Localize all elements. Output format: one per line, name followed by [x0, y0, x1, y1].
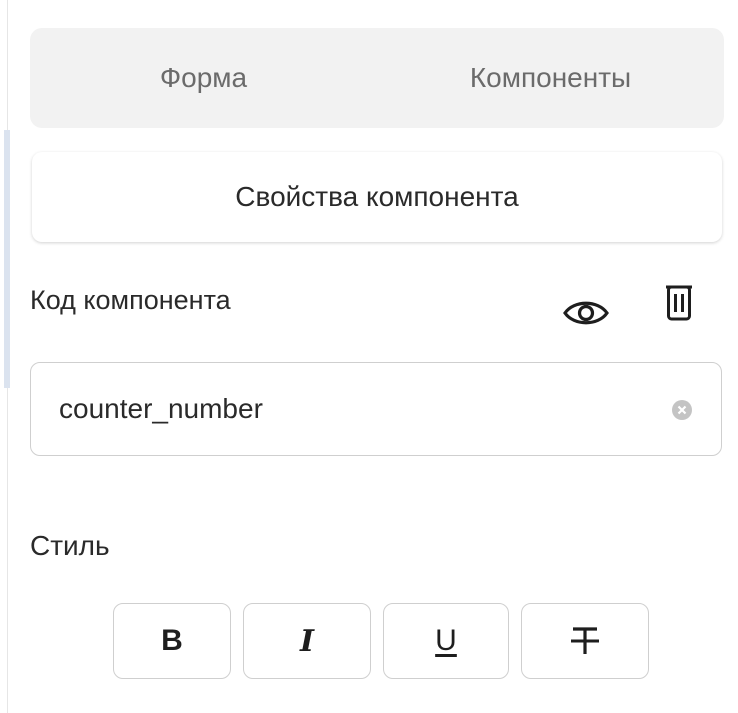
italic-button[interactable]: I: [243, 603, 371, 679]
strikethrough-button[interactable]: [521, 603, 649, 679]
style-label: Стиль: [30, 530, 110, 561]
eye-icon[interactable]: [562, 296, 610, 330]
tab-component-properties[interactable]: Свойства компонента: [32, 152, 722, 242]
panel-tabs: Форма Компоненты: [30, 28, 724, 128]
trash-icon[interactable]: [664, 282, 694, 322]
strikethrough-icon: [571, 627, 599, 654]
component-code-label: Код компонента: [30, 285, 231, 315]
tab-form[interactable]: Форма: [30, 62, 377, 94]
tab-components[interactable]: Компоненты: [377, 62, 724, 94]
panel-resize-handle[interactable]: [4, 130, 10, 388]
bold-icon: B: [161, 624, 183, 657]
component-code-input[interactable]: [59, 385, 639, 433]
underline-button[interactable]: U: [383, 603, 509, 679]
bold-button[interactable]: B: [113, 603, 231, 679]
italic-icon: I: [299, 623, 315, 659]
clear-icon[interactable]: [671, 399, 693, 421]
underline-icon: U: [435, 624, 457, 657]
component-code-field[interactable]: [30, 362, 722, 456]
